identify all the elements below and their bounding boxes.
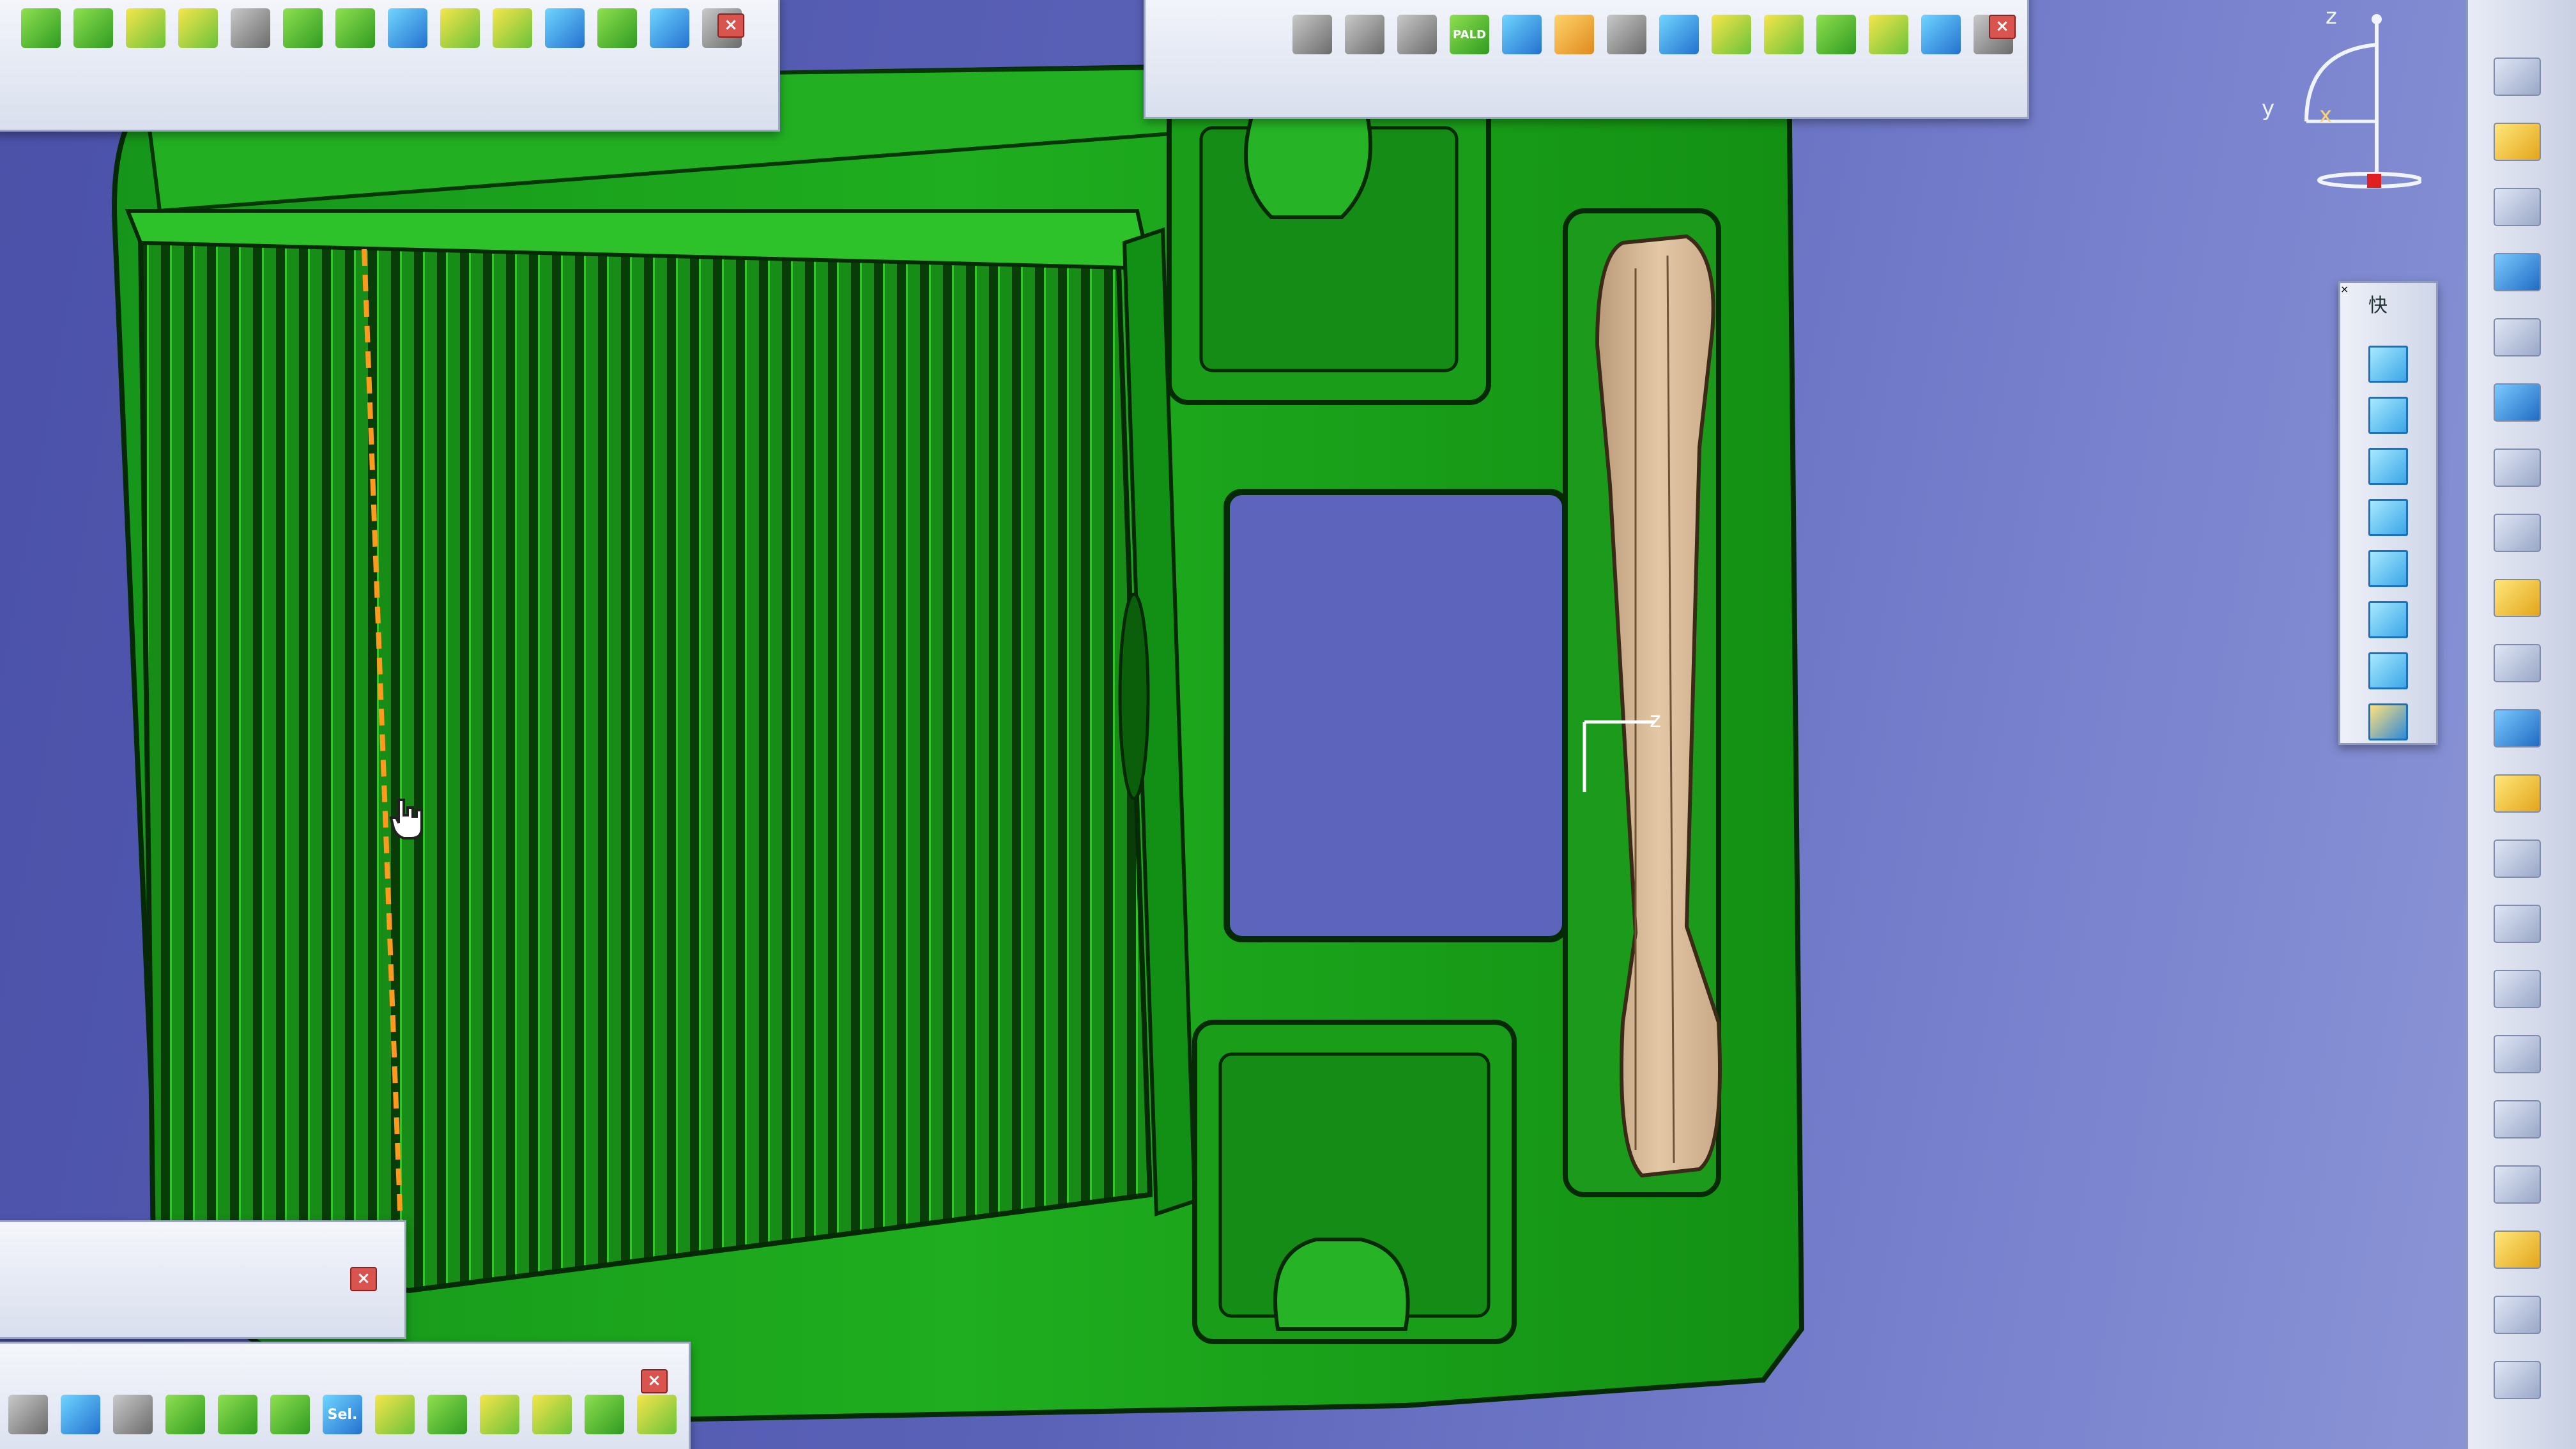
face-icon[interactable] [165,1395,205,1434]
toolbar-bottom-left[interactable]: Sel. × [0,1342,691,1449]
draft-angle-icon[interactable] [2494,839,2541,878]
view-top-icon[interactable] [2368,601,2408,638]
connect-icon[interactable] [1921,15,1961,54]
workbench-toolbar-right[interactable] [2466,0,2576,1449]
diamond-icon[interactable] [178,8,218,48]
shaft-icon[interactable] [2494,383,2541,422]
compass-z-label: z [2326,4,2337,29]
fill-icon[interactable] [440,8,480,48]
pad-icon[interactable] [2494,253,2541,291]
extrude-icon[interactable] [532,1395,572,1434]
pald-label: PALD [1453,27,1486,42]
table-icon[interactable] [1607,15,1646,54]
pald-icon[interactable]: PALD [1450,15,1489,54]
mirror-icon[interactable] [2494,1100,2541,1138]
rotate-icon[interactable] [1869,15,1908,54]
gear-icon[interactable] [2494,57,2541,96]
book-icon[interactable] [218,1395,257,1434]
project-icon[interactable] [388,8,427,48]
pattern-icon[interactable] [2494,1165,2541,1204]
boolean-icon[interactable] [2494,1230,2541,1269]
view-right-icon[interactable] [2368,550,2408,587]
surface-patch-icon[interactable] [375,1395,415,1434]
select-icon[interactable]: Sel. [323,1395,362,1434]
close-icon[interactable]: × [641,1369,668,1393]
toolbar-top-left[interactable]: × [0,0,780,132]
home-icon[interactable] [1554,15,1594,54]
chamfer-icon[interactable] [2494,774,2541,813]
sphere-icon[interactable] [637,1395,677,1434]
hole-icon[interactable] [2494,514,2541,552]
close-icon[interactable]: × [717,13,744,38]
ribbed-panel [137,233,1153,1294]
columns-icon[interactable] [1502,15,1542,54]
model-axis-z-label: z [1650,707,1661,733]
3d-viewport[interactable]: z × PALD × z y x 快 × × Sel. × [0,0,2576,1449]
view-named-icon[interactable] [2368,703,2408,740]
view-iso-icon[interactable] [2368,346,2408,383]
compass-x-label: x [2319,102,2333,128]
view-front-icon[interactable] [2368,397,2408,434]
mesh-icon[interactable] [73,8,113,48]
toolbar-right-vertical[interactable]: 快 × [2338,281,2438,745]
stairs-icon[interactable] [1816,15,1856,54]
analysis-icon[interactable] [1292,15,1332,54]
hand-cursor-icon [389,799,423,839]
rib-icon[interactable] [2494,579,2541,617]
network-icon[interactable] [597,8,637,48]
shell-icon[interactable] [2494,905,2541,943]
camera-icon[interactable] [8,1395,48,1434]
loft-icon[interactable] [585,1395,624,1434]
pyramid-stack-icon[interactable] [427,1395,467,1434]
pyramid-icon[interactable] [480,1395,519,1434]
grid-fine-icon[interactable] [335,8,375,48]
view-compass[interactable]: z y x [2255,4,2423,198]
grid-icon[interactable] [283,8,323,48]
box-icon[interactable] [545,8,585,48]
groove-icon[interactable] [2494,448,2541,487]
toolbar-bottom-left-small[interactable]: × [0,1220,406,1339]
select-label: Sel. [327,1406,358,1423]
view-left-icon[interactable] [2368,499,2408,536]
toolbar-top-center[interactable]: PALD × [1144,0,2029,119]
axis-r-icon[interactable] [113,1395,153,1434]
center-window [1223,489,1568,942]
cross-box-icon[interactable] [1764,15,1804,54]
points-icon[interactable] [650,8,689,48]
sweep-icon[interactable] [231,8,270,48]
patch-icon[interactable] [126,8,165,48]
thickness-icon[interactable] [2494,970,2541,1008]
draft-icon[interactable] [1397,15,1437,54]
close-icon[interactable]: × [2340,283,2436,295]
measure-icon[interactable] [2494,1296,2541,1334]
toolbar-title: 快 [2368,295,2388,317]
pocket-icon[interactable] [2494,318,2541,356]
surface-icon[interactable] [21,8,61,48]
wave-icon[interactable] [1712,15,1751,54]
tree-icon[interactable] [1659,15,1699,54]
close-icon[interactable]: × [1989,15,2016,39]
fillet-icon[interactable] [2494,709,2541,747]
sketch-icon[interactable] [2494,188,2541,226]
measure-icon[interactable] [1345,15,1384,54]
sphere-icon[interactable] [493,8,532,48]
grid-icon[interactable] [2494,1361,2541,1399]
render-icon[interactable] [61,1395,100,1434]
thread-icon[interactable] [2494,1035,2541,1073]
slot-icon[interactable] [2494,644,2541,682]
view-back-icon[interactable] [2368,448,2408,485]
close-icon[interactable]: × [350,1267,377,1291]
scatter-icon[interactable] [270,1395,310,1434]
select-arrow-icon[interactable] [2494,123,2541,161]
compass-graphic[interactable] [2255,6,2423,198]
compass-y-label: y [2262,96,2275,121]
view-bottom-icon[interactable] [2368,652,2408,689]
